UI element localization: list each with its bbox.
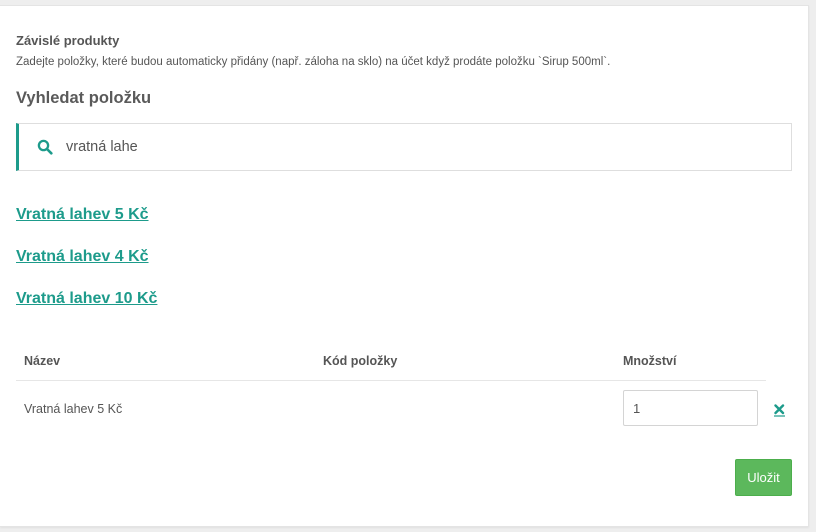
close-icon[interactable] (773, 404, 786, 417)
search-input[interactable] (66, 124, 766, 170)
search-result-link[interactable]: Vratná lahev 5 Kč (16, 206, 149, 224)
quantity-input[interactable] (623, 390, 758, 426)
column-header-quantity: Množství (623, 354, 677, 368)
section-description: Zadejte položky, které budou automaticky… (16, 56, 611, 68)
search-label: Vyhledat položku (16, 89, 152, 107)
search-box[interactable] (16, 123, 792, 171)
column-header-name: Název (24, 354, 61, 368)
search-result-link[interactable]: Vratná lahev 4 Kč (16, 248, 149, 266)
search-result-link[interactable]: Vratná lahev 10 Kč (16, 290, 157, 308)
table-row: Vratná lahev 5 Kč (16, 382, 785, 436)
search-icon (37, 139, 53, 155)
save-button[interactable]: Uložit (735, 459, 792, 496)
column-header-code: Kód položky (323, 354, 398, 368)
table-header: Název Kód položky Množství (16, 351, 766, 381)
row-item-name: Vratná lahev 5 Kč (24, 402, 123, 416)
dependent-products-panel: Závislé produkty Zadejte položky, které … (0, 5, 809, 527)
section-title: Závislé produkty (16, 33, 120, 48)
